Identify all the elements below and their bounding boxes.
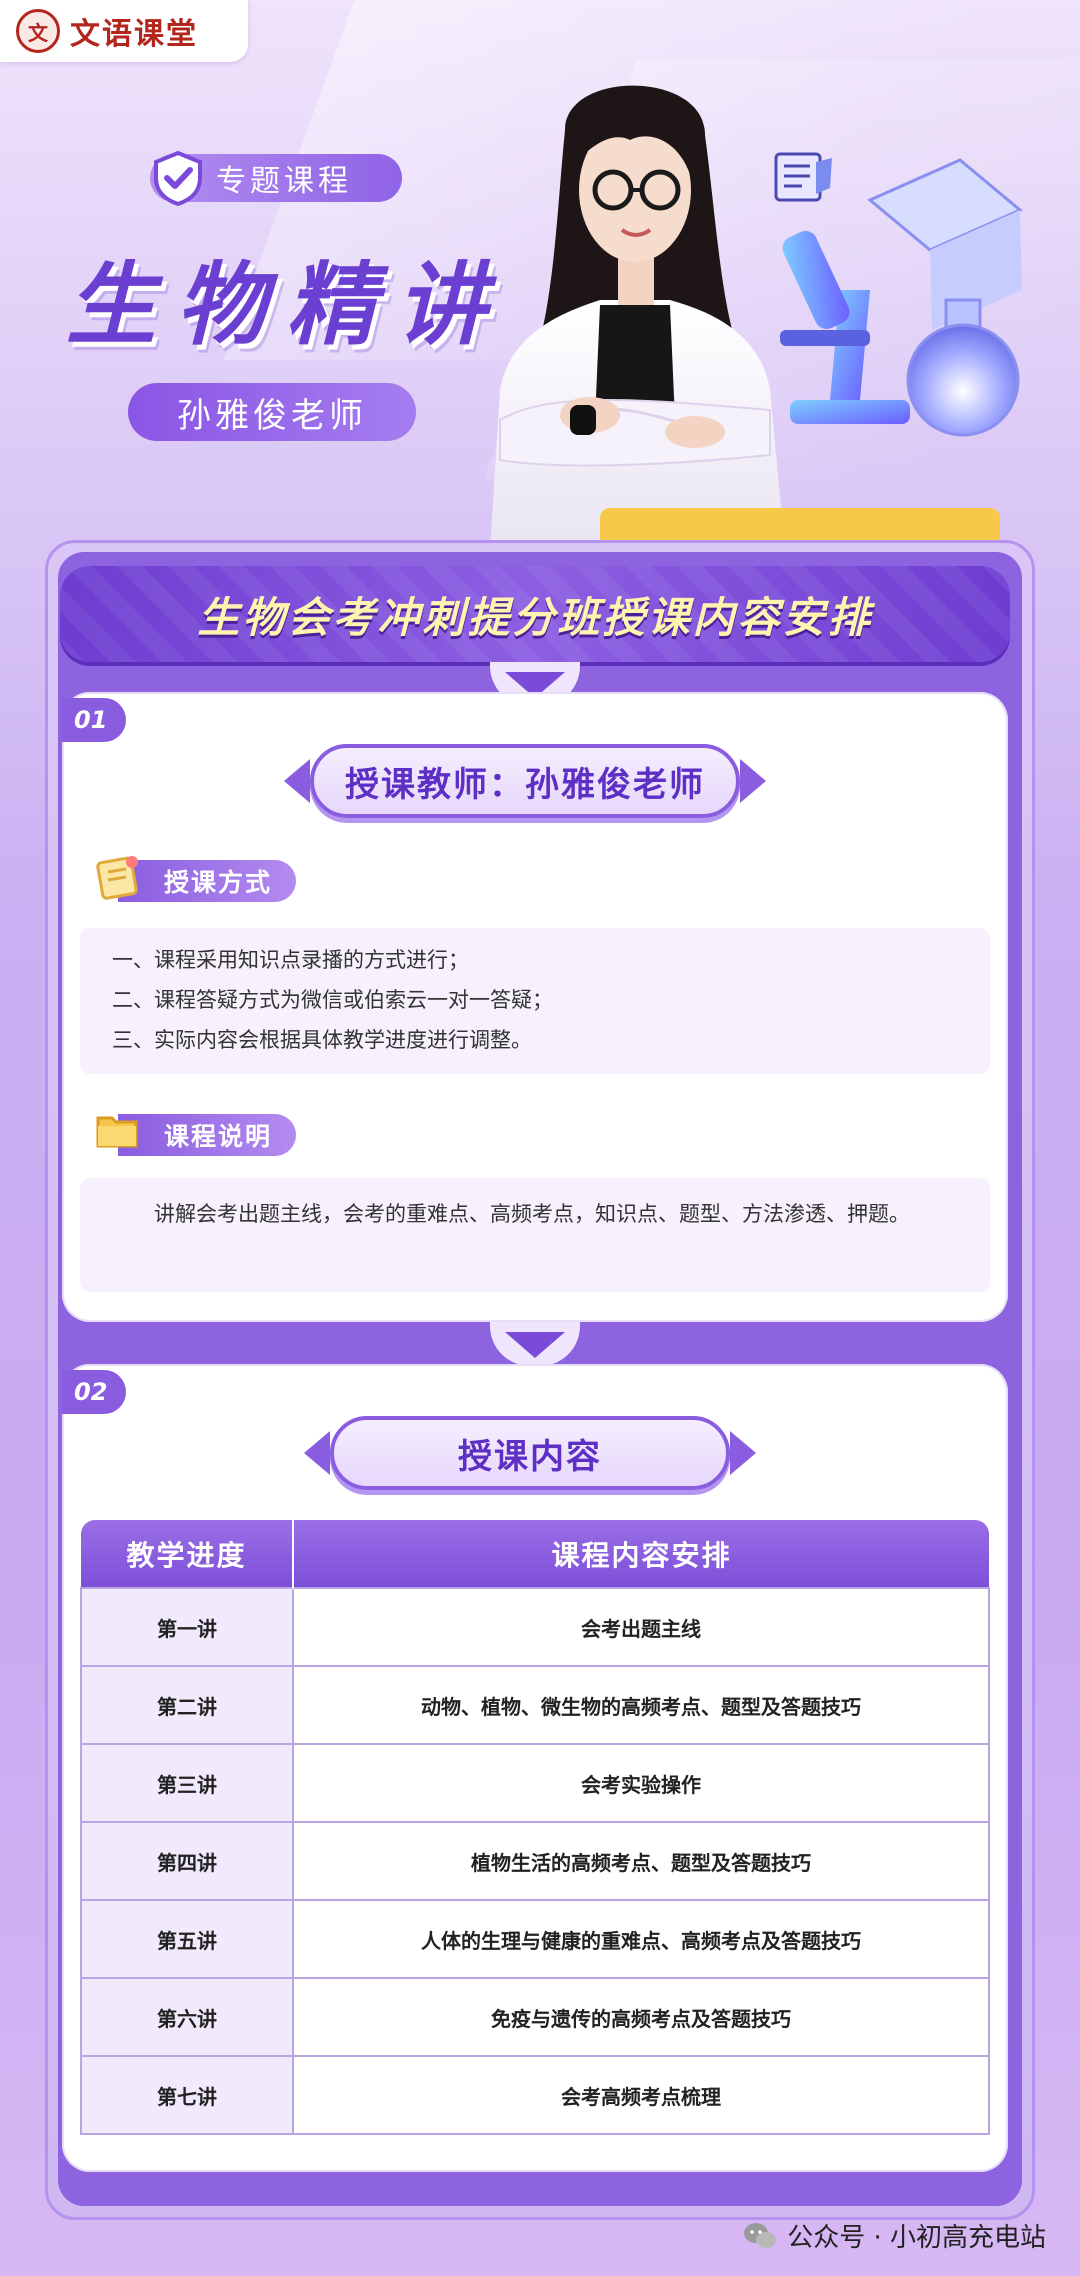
hero-section: 文 文语课堂 专题课程 生物精讲 孙雅俊老师 xyxy=(0,0,1080,560)
table-row: 第六讲 免疫与遗传的高频考点及答题技巧 xyxy=(80,1977,990,2057)
section-title-teacher: 授课教师：孙雅俊老师 xyxy=(310,744,740,818)
lecture-number: 第一讲 xyxy=(80,1587,294,1667)
teacher-name-pill: 孙雅俊老师 xyxy=(128,383,416,441)
table-row: 第一讲 会考出题主线 xyxy=(80,1587,990,1667)
section-number: 01 xyxy=(62,698,126,742)
verified-check-icon xyxy=(150,150,206,206)
banner-title: 生物会考冲刺提分班授课内容安排 xyxy=(197,592,873,642)
lecture-topic: 会考实验操作 xyxy=(292,1743,990,1823)
description-tag: 课程说明 xyxy=(118,1114,297,1156)
brand-name: 文语课堂 xyxy=(70,17,198,52)
table-row: 第五讲 人体的生理与健康的重难点、高频考点及答题技巧 xyxy=(80,1899,990,1979)
lecture-topic: 动物、植物、微生物的高频考点、题型及答题技巧 xyxy=(292,1665,990,1745)
lecture-topic: 人体的生理与健康的重难点、高频考点及答题技巧 xyxy=(292,1899,990,1979)
wechat-icon xyxy=(744,2222,777,2248)
lecture-topic: 会考出题主线 xyxy=(292,1587,990,1667)
lecture-number: 第六讲 xyxy=(80,1977,294,2057)
lecture-topic: 会考高频考点梳理 xyxy=(292,2055,990,2135)
lecture-number: 第二讲 xyxy=(80,1665,294,1745)
schedule-banner: 生物会考冲刺提分班授课内容安排 xyxy=(60,566,1010,662)
schedule-table: 教学进度 课程内容安排 第一讲 会考出题主线 第二讲 动物、植物、微生物的高频考… xyxy=(80,1520,990,2135)
section-title-content: 授课内容 xyxy=(330,1416,730,1490)
table-row: 第二讲 动物、植物、微生物的高频考点、题型及答题技巧 xyxy=(80,1665,990,1745)
lab-equipment-icon xyxy=(780,158,1023,437)
section-number: 02 xyxy=(62,1370,126,1414)
down-arrow-icon xyxy=(505,1332,565,1358)
folder-icon xyxy=(96,1116,138,1148)
brand-seal-icon: 文 xyxy=(16,9,60,53)
wechat-watermark[interactable]: 公众号 · 小初高充电站 xyxy=(743,2217,1046,2254)
table-header: 课程内容安排 xyxy=(293,1520,989,1588)
table-row: 第四讲 植物生活的高频考点、题型及答题技巧 xyxy=(80,1821,990,1901)
hero-title: 生物精讲 xyxy=(66,253,506,358)
notepad-icon xyxy=(96,856,138,900)
description-text: 讲解会考出题主线，会考的重难点、高频考点，知识点、题型、方法渗透、押题。 xyxy=(80,1178,990,1292)
brand-logo[interactable]: 文 文语课堂 xyxy=(0,0,248,62)
lecture-number: 第七讲 xyxy=(80,2055,294,2135)
method-tag: 授课方式 xyxy=(118,860,297,902)
lecture-topic: 植物生活的高频考点、题型及答题技巧 xyxy=(292,1821,990,1901)
table-header: 教学进度 xyxy=(81,1520,294,1588)
watermark-text: 公众号 · 小初高充电站 xyxy=(787,2223,1046,2253)
method-list: 一、课程采用知识点录播的方式进行； 二、课程答疑方式为微信或伯索云一对一答疑； … xyxy=(80,928,990,1074)
lecture-number: 第四讲 xyxy=(80,1821,294,1901)
table-row: 第七讲 会考高频考点梳理 xyxy=(80,2055,990,2135)
method-item: 三、实际内容会根据具体教学进度进行调整。 xyxy=(112,1028,532,1052)
table-header-row: 教学进度 课程内容安排 xyxy=(81,1520,989,1588)
teacher-portrait xyxy=(490,85,785,550)
lecture-number: 第五讲 xyxy=(80,1899,294,1979)
lecture-topic: 免疫与遗传的高频考点及答题技巧 xyxy=(292,1977,990,2057)
lecture-number: 第三讲 xyxy=(80,1743,294,1823)
method-item: 二、课程答疑方式为微信或伯索云一对一答疑； xyxy=(112,988,553,1012)
method-item: 一、课程采用知识点录播的方式进行； xyxy=(112,948,469,972)
table-row: 第三讲 会考实验操作 xyxy=(80,1743,990,1823)
